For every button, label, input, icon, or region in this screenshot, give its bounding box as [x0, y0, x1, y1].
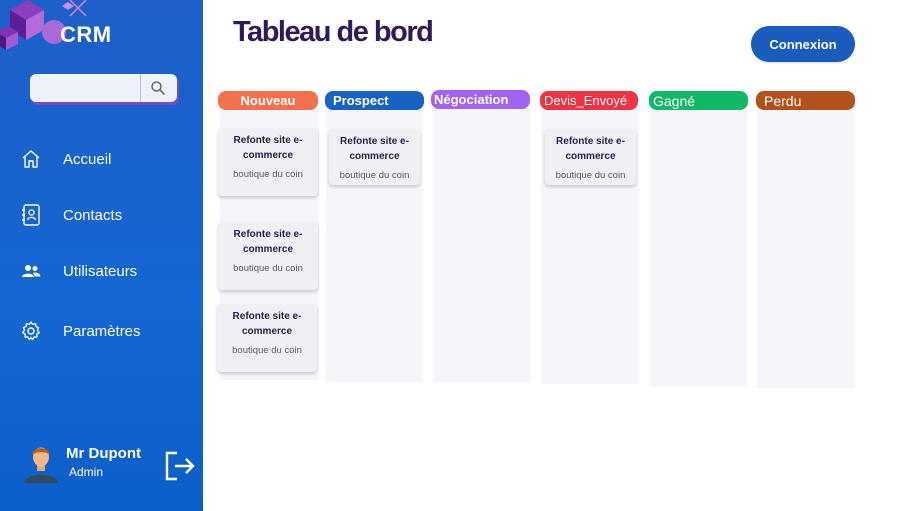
connexion-button[interactable]: Connexion — [751, 26, 855, 62]
column-label: Nouveau — [240, 93, 296, 108]
column-label: Perdu — [764, 92, 802, 109]
search-input[interactable] — [30, 74, 140, 102]
column-label: Devis_Envoyé — [544, 93, 628, 108]
column-label: Prospect — [333, 93, 389, 108]
logout-icon[interactable] — [163, 449, 197, 483]
search-icon — [150, 81, 165, 95]
card-title: Refonte site e-commerce — [340, 136, 409, 162]
kanban-card[interactable]: Refonte site e-commerce boutique du coin — [545, 129, 636, 185]
kanban-card[interactable]: Refonte site e-commerce boutique du coin — [218, 222, 318, 290]
column-header-prospect[interactable]: Prospect — [325, 91, 424, 110]
nav-item-contacts[interactable]: Contacts — [18, 202, 122, 228]
card-client: boutique du coin — [232, 345, 302, 356]
nav-item-accueil[interactable]: Accueil — [18, 146, 111, 172]
home-icon — [18, 146, 44, 172]
sidebar: CRM Accueil Contacts Utilisateurs Paramè… — [0, 0, 203, 511]
column-label: Gagné — [653, 92, 696, 109]
app: CRM Accueil Contacts Utilisateurs Paramè… — [0, 0, 915, 511]
avatar — [24, 447, 58, 483]
card-client: boutique du coin — [233, 263, 303, 274]
card-client: boutique du coin — [233, 169, 303, 180]
logo-text: CRM — [60, 22, 112, 47]
contacts-book-icon — [18, 202, 44, 228]
card-client: boutique du coin — [339, 170, 410, 181]
card-title: Refonte site e-commerce — [233, 229, 303, 255]
user-name: Mr Dupont — [66, 445, 141, 462]
kanban-card[interactable]: Refonte site e-commerce boutique du coin — [217, 304, 317, 372]
nav-item-utilisateurs[interactable]: Utilisateurs — [18, 258, 137, 284]
column-header-gagne[interactable]: Gagné — [649, 91, 748, 110]
nav-item-parametres[interactable]: Paramètres — [18, 318, 141, 344]
column-header-perdu[interactable]: Perdu — [756, 91, 855, 110]
card-client: boutique du coin — [555, 170, 626, 181]
search-box — [30, 74, 177, 102]
user-profile[interactable]: Mr Dupont Admin — [20, 441, 141, 483]
nav-item-label: Utilisateurs — [63, 262, 138, 280]
nav-item-label: Contacts — [63, 206, 123, 224]
column-label: Négociation — [434, 92, 509, 107]
user-role: Admin — [69, 465, 104, 479]
kanban-card[interactable]: Refonte site e-commerce boutique du coin — [329, 129, 420, 185]
column-header-nouveau[interactable]: Nouveau — [218, 91, 318, 110]
column-header-negociation[interactable]: Négociation — [431, 90, 530, 109]
kanban-column-perdu — [757, 108, 855, 388]
nav-item-label: Paramètres — [63, 322, 141, 340]
search-button[interactable] — [140, 74, 174, 102]
kanban-column-negociation — [433, 108, 530, 382]
kanban-card[interactable]: Refonte site e-commerce boutique du coin — [218, 128, 318, 196]
kanban-column-gagne — [650, 108, 747, 386]
column-header-devis-envoye[interactable]: Devis_Envoyé — [540, 91, 638, 110]
card-title: Refonte site e-commerce — [232, 311, 302, 337]
users-icon — [18, 258, 44, 284]
user-info: Mr Dupont Admin — [66, 445, 141, 479]
card-title: Refonte site e-commerce — [556, 136, 625, 162]
nav-item-label: Accueil — [63, 150, 112, 168]
gear-icon — [18, 318, 44, 344]
card-title: Refonte site e-commerce — [233, 135, 303, 161]
page-title: Tableau de bord — [233, 16, 434, 48]
